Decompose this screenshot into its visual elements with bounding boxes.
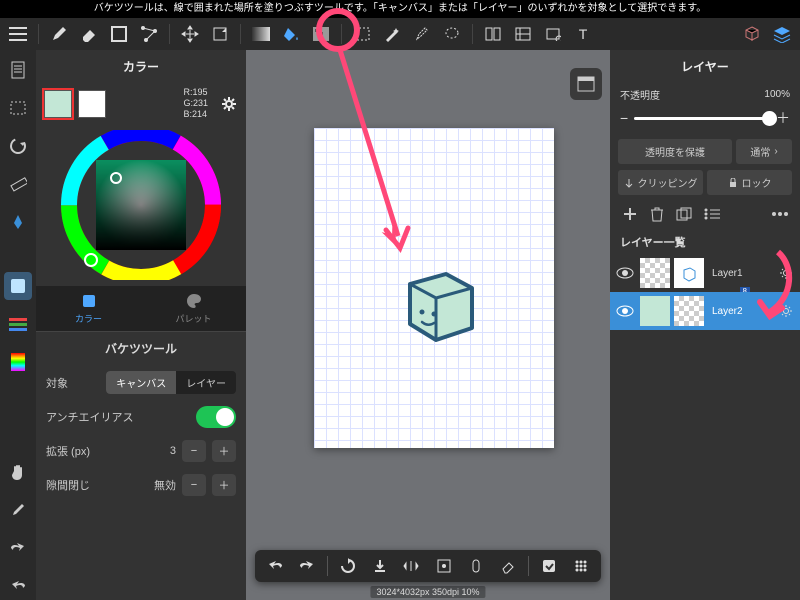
bucket-target-row: 対象 キャンバス レイヤー <box>36 365 246 400</box>
rail-spectrum-icon[interactable] <box>4 348 32 376</box>
shape-tool-icon[interactable] <box>105 20 133 48</box>
duplicate-layer-icon[interactable] <box>676 207 692 221</box>
annotation-arrow <box>336 48 416 258</box>
rail-pen-icon[interactable] <box>4 208 32 236</box>
fit-button[interactable] <box>535 552 563 580</box>
svg-text:T: T <box>579 27 588 41</box>
rail-ruler-icon[interactable] <box>4 170 32 198</box>
transform-tool-icon[interactable] <box>206 20 234 48</box>
color-wheel[interactable] <box>36 124 246 286</box>
rail-hand-icon[interactable] <box>4 458 32 486</box>
color-tabs: カラー パレット <box>36 286 246 331</box>
cube-drawing <box>390 256 490 356</box>
flip-h-button[interactable] <box>398 552 426 580</box>
layer-thumb <box>674 296 704 326</box>
move-tool-icon[interactable] <box>176 20 204 48</box>
visibility-icon[interactable] <box>616 305 636 317</box>
color-panel: カラー R:195G:231B:214 <box>36 50 246 600</box>
add-layer-icon[interactable] <box>622 206 638 222</box>
wand-tool-icon[interactable] <box>378 20 406 48</box>
layers-panel-icon[interactable] <box>768 20 796 48</box>
protect-alpha-button[interactable]: 透明度を保護 <box>618 139 732 164</box>
canvas-status: 3024*4032px 350dpi 10% <box>370 586 485 598</box>
tooltip-bar: バケツツールは、線で囲まれた場所を塗りつぶすツールです。「キャンバス」または「レ… <box>0 0 800 18</box>
rotate-button[interactable] <box>334 552 362 580</box>
layer-thumb-alpha <box>640 296 670 326</box>
lasso-tool-icon[interactable] <box>438 20 466 48</box>
delete-layer-icon[interactable] <box>650 206 664 222</box>
clipping-button[interactable]: クリッピング <box>618 170 703 195</box>
expand-row: 拡張 (px) 3 − ＋ <box>36 434 246 468</box>
blend-mode-button[interactable]: 通常 › <box>736 139 792 164</box>
annotation-circle <box>316 8 360 52</box>
foreground-swatch[interactable] <box>44 90 72 118</box>
text-tool-icon[interactable]: T <box>569 20 597 48</box>
opacity-row: 不透明度 100% <box>610 83 800 106</box>
gap-row: 隙間閉じ 無効 − ＋ <box>36 468 246 502</box>
layer-name: Layer2 <box>712 306 743 317</box>
opacity-slider[interactable]: − ＋ <box>610 106 800 136</box>
brush-tool-icon[interactable] <box>45 20 73 48</box>
tab-color[interactable]: カラー <box>36 286 141 331</box>
layer-more-icon[interactable] <box>772 212 788 216</box>
bucket-tool-icon[interactable] <box>277 20 305 48</box>
top-toolbar: T <box>0 18 800 50</box>
tab-palette[interactable]: パレット <box>141 286 246 331</box>
redo-button[interactable] <box>293 552 321 580</box>
gradient-tool-icon[interactable] <box>247 20 275 48</box>
divide-tool-icon[interactable] <box>479 20 507 48</box>
expand-minus[interactable]: − <box>182 440 206 462</box>
dots-tool-icon[interactable] <box>135 20 163 48</box>
gap-value: 無効 <box>154 477 176 493</box>
select-pen-icon[interactable] <box>408 20 436 48</box>
annotation-arrow-2 <box>746 246 796 326</box>
rail-color-icon[interactable] <box>4 272 32 300</box>
background-swatch[interactable] <box>78 90 106 118</box>
target-segment[interactable]: キャンバス レイヤー <box>106 371 236 394</box>
scroll-button[interactable] <box>462 552 490 580</box>
antialias-toggle[interactable] <box>196 406 236 428</box>
gap-minus[interactable]: − <box>182 474 206 496</box>
antialias-row: アンチエイリアス <box>36 400 246 434</box>
color-settings-icon[interactable] <box>220 95 238 113</box>
expand-value: 3 <box>170 445 176 457</box>
layer-name: Layer1 <box>712 268 743 279</box>
color-panel-title: カラー <box>36 50 246 83</box>
target-layer: レイヤー <box>176 371 236 394</box>
layer-panel-title: レイヤー <box>610 50 800 83</box>
undo-button[interactable] <box>261 552 289 580</box>
visibility-icon[interactable] <box>616 267 636 279</box>
rail-page-icon[interactable] <box>4 56 32 84</box>
layer-thumb-alpha <box>640 258 670 288</box>
rail-redo-icon[interactable] <box>4 534 32 562</box>
export-button[interactable] <box>366 552 394 580</box>
target-canvas: キャンバス <box>106 371 176 394</box>
menu-icon[interactable] <box>4 20 32 48</box>
eraser-tool-icon[interactable] <box>75 20 103 48</box>
eraser-button[interactable] <box>494 552 522 580</box>
preview-button[interactable] <box>430 552 458 580</box>
bottom-toolbar <box>255 550 601 582</box>
materials-icon[interactable] <box>738 20 766 48</box>
left-rail <box>0 50 36 600</box>
canvas-area: 3024*4032px 350dpi 10% <box>246 50 610 600</box>
gap-plus[interactable]: ＋ <box>212 474 236 496</box>
layer-list-icon[interactable] <box>704 208 720 220</box>
canvas-settings-icon[interactable] <box>539 20 567 48</box>
bucket-title: バケツツール <box>36 331 246 365</box>
rgb-readout: R:195G:231B:214 <box>183 87 208 120</box>
rail-dropper-icon[interactable] <box>4 496 32 524</box>
frame-tool-icon[interactable] <box>509 20 537 48</box>
rail-select-icon[interactable] <box>4 94 32 122</box>
rail-undo-icon[interactable] <box>4 572 32 600</box>
grid-button[interactable] <box>567 552 595 580</box>
rail-reload-icon[interactable] <box>4 132 32 160</box>
rail-sliders-icon[interactable] <box>4 310 32 338</box>
expand-plus[interactable]: ＋ <box>212 440 236 462</box>
canvas-menu-button[interactable] <box>570 68 602 100</box>
lock-button[interactable]: ロック <box>707 170 792 195</box>
layer-thumb <box>674 258 704 288</box>
